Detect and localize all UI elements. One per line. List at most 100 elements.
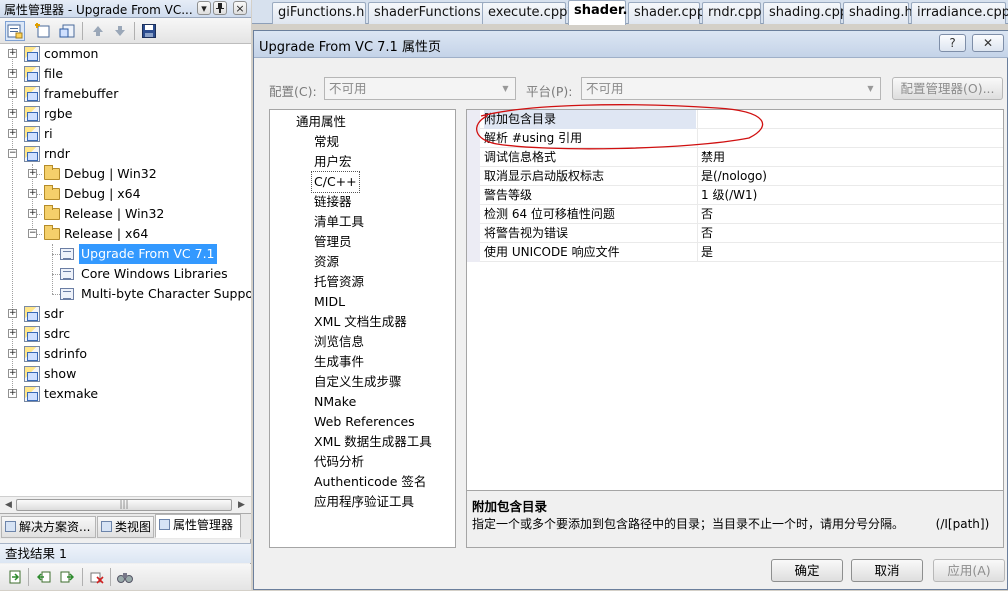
- nav-linker[interactable]: 链接器: [312, 192, 354, 212]
- property-grid[interactable]: 附加包含目录 解析 #using 引用 调试信息格式 禁用 取消显示启动版权标志: [467, 104, 1003, 486]
- property-category-tree[interactable]: 通用属性 常规 用户宏 C/C++ 链接器 清单工具 管理员 资源 托管资源 M…: [269, 109, 456, 548]
- property-row[interactable]: 解析 #using 引用: [467, 129, 1003, 148]
- tab-shader-cpp[interactable]: shader.cpp: [628, 2, 705, 24]
- property-value[interactable]: 是(/nologo): [697, 167, 1003, 186]
- nav-custom-build-step[interactable]: 自定义生成步骤: [312, 372, 404, 392]
- tab-execute-cpp[interactable]: execute.cpp*: [482, 2, 574, 24]
- panel-title: 属性管理器 - Upgrade From VC...: [4, 3, 193, 17]
- property-value[interactable]: 否: [697, 205, 1003, 224]
- expand-plus-icon[interactable]: +: [8, 329, 17, 338]
- add-existing-sheet-icon[interactable]: [57, 21, 77, 41]
- move-up-icon[interactable]: [88, 21, 108, 41]
- nav-build-events[interactable]: 生成事件: [312, 352, 366, 372]
- tab-class-view[interactable]: 类视图: [97, 516, 154, 538]
- find-results-toolbar: [0, 564, 251, 590]
- tab-gifunctions-h[interactable]: giFunctions.h: [272, 2, 366, 24]
- nav-manifest-tool[interactable]: 清单工具: [312, 212, 366, 232]
- clear-all-icon[interactable]: [87, 567, 107, 587]
- cancel-button[interactable]: 取消: [851, 559, 923, 582]
- expand-plus-icon[interactable]: +: [8, 109, 17, 118]
- tab-shaderfunctions-h[interactable]: shaderFunctions.h: [368, 2, 500, 24]
- property-row[interactable]: 取消显示启动版权标志 是(/nologo): [467, 167, 1003, 186]
- collapse-minus-icon[interactable]: −: [8, 149, 17, 158]
- dialog-close-button[interactable]: ✕: [972, 34, 1004, 52]
- description-text: 指定一个或多个要添加到包含路径中的目录；当目录不止一个时，请用分号分隔。 (/I…: [472, 517, 990, 531]
- property-value[interactable]: 否: [697, 224, 1003, 243]
- nav-librarian[interactable]: 管理员: [312, 232, 354, 252]
- property-row[interactable]: 将警告视为错误 否: [467, 224, 1003, 243]
- configuration-select[interactable]: 不可用 ▼: [324, 77, 516, 100]
- nav-common-properties[interactable]: 通用属性: [294, 112, 348, 132]
- nav-midl[interactable]: MIDL: [312, 292, 347, 312]
- ok-button[interactable]: 确定: [771, 559, 843, 582]
- nav-c-cpp[interactable]: C/C++: [311, 171, 360, 193]
- tree-horizontal-scrollbar[interactable]: ◀ ||| ▶: [0, 496, 251, 513]
- expand-plus-icon[interactable]: +: [8, 389, 17, 398]
- collapse-minus-icon[interactable]: −: [28, 229, 37, 238]
- nav-general[interactable]: 常规: [312, 132, 341, 152]
- property-value[interactable]: [697, 110, 1003, 129]
- folder-icon: [44, 165, 60, 180]
- save-icon[interactable]: [139, 21, 159, 41]
- tab-irradiance-cpp[interactable]: irradiance.cpp: [911, 2, 1008, 24]
- property-value[interactable]: 1 级(/W1): [697, 186, 1003, 205]
- help-button[interactable]: ?: [939, 34, 966, 52]
- tab-property-manager[interactable]: 属性管理器: [155, 514, 241, 538]
- nav-xml-doc-generator[interactable]: XML 文档生成器: [312, 312, 409, 332]
- scroll-thumb[interactable]: |||: [16, 499, 232, 511]
- property-pages-icon[interactable]: [5, 21, 25, 41]
- property-row[interactable]: 警告等级 1 级(/W1): [467, 186, 1003, 205]
- binoculars-icon[interactable]: [115, 567, 135, 587]
- goto-location-icon[interactable]: [5, 567, 25, 587]
- add-new-sheet-icon[interactable]: [33, 21, 53, 41]
- find-results-title: 查找结果 1: [0, 543, 251, 563]
- expand-plus-icon[interactable]: +: [8, 69, 17, 78]
- panel-dropdown-button[interactable]: ▾: [197, 1, 211, 15]
- pin-icon[interactable]: [213, 1, 227, 15]
- tab-shading-h[interactable]: shading.h: [843, 2, 913, 24]
- property-tree[interactable]: + common + file + framebuffer + rgbe + r…: [0, 44, 251, 496]
- expand-plus-icon[interactable]: +: [8, 309, 17, 318]
- tab-rndr-cpp[interactable]: rndr.cpp: [702, 2, 762, 24]
- nav-xml-data-generator[interactable]: XML 数据生成器工具: [312, 432, 434, 452]
- scroll-left-arrow-icon[interactable]: ◀: [1, 498, 16, 513]
- configuration-manager-button[interactable]: 配置管理器(O)...: [892, 77, 1003, 100]
- nav-code-analysis[interactable]: 代码分析: [312, 452, 366, 472]
- property-row[interactable]: 附加包含目录: [467, 110, 1003, 129]
- previous-result-icon[interactable]: [34, 567, 54, 587]
- nav-user-macros[interactable]: 用户宏: [312, 152, 354, 172]
- apply-button[interactable]: 应用(A): [933, 559, 1005, 582]
- nav-web-references[interactable]: Web References: [312, 412, 417, 432]
- expand-plus-icon[interactable]: +: [8, 89, 17, 98]
- platform-select[interactable]: 不可用 ▼: [581, 77, 881, 100]
- property-row[interactable]: 检测 64 位可移植性问题 否: [467, 205, 1003, 224]
- property-row[interactable]: 使用 UNICODE 响应文件 是: [467, 243, 1003, 262]
- scroll-right-arrow-icon[interactable]: ▶: [234, 498, 249, 513]
- property-value[interactable]: 是: [697, 243, 1003, 262]
- expand-plus-icon[interactable]: +: [28, 209, 37, 218]
- tab-solution-explorer[interactable]: 解决方案资...: [1, 516, 96, 538]
- expand-plus-icon[interactable]: +: [8, 349, 17, 358]
- panel-close-button[interactable]: ×: [233, 1, 247, 15]
- next-result-icon[interactable]: [57, 567, 77, 587]
- expand-plus-icon[interactable]: +: [8, 129, 17, 138]
- nav-app-verifier[interactable]: 应用程序验证工具: [312, 492, 416, 512]
- nav-resources[interactable]: 资源: [312, 252, 341, 272]
- expand-plus-icon[interactable]: +: [8, 369, 17, 378]
- tab-shading-cpp[interactable]: shading.cpp: [763, 2, 848, 24]
- property-value[interactable]: 禁用: [697, 148, 1003, 167]
- nav-managed-resources[interactable]: 托管资源: [312, 272, 366, 292]
- dialog-title: Upgrade From VC 7.1 属性页: [259, 40, 441, 55]
- property-value[interactable]: [697, 129, 1003, 148]
- nav-browse-information[interactable]: 浏览信息: [312, 332, 366, 352]
- expand-plus-icon[interactable]: +: [8, 49, 17, 58]
- open-folder-icon: [44, 225, 60, 240]
- tab-shader-h[interactable]: shader.h: [568, 0, 637, 25]
- move-down-icon[interactable]: [110, 21, 130, 41]
- expand-plus-icon[interactable]: +: [28, 189, 37, 198]
- expand-plus-icon[interactable]: +: [28, 169, 37, 178]
- panel-bottom-tabs: 解决方案资... 类视图 属性管理器: [0, 513, 251, 539]
- property-row[interactable]: 调试信息格式 禁用: [467, 148, 1003, 167]
- nav-nmake[interactable]: NMake: [312, 392, 358, 412]
- nav-authenticode-signing[interactable]: Authenticode 签名: [312, 472, 428, 492]
